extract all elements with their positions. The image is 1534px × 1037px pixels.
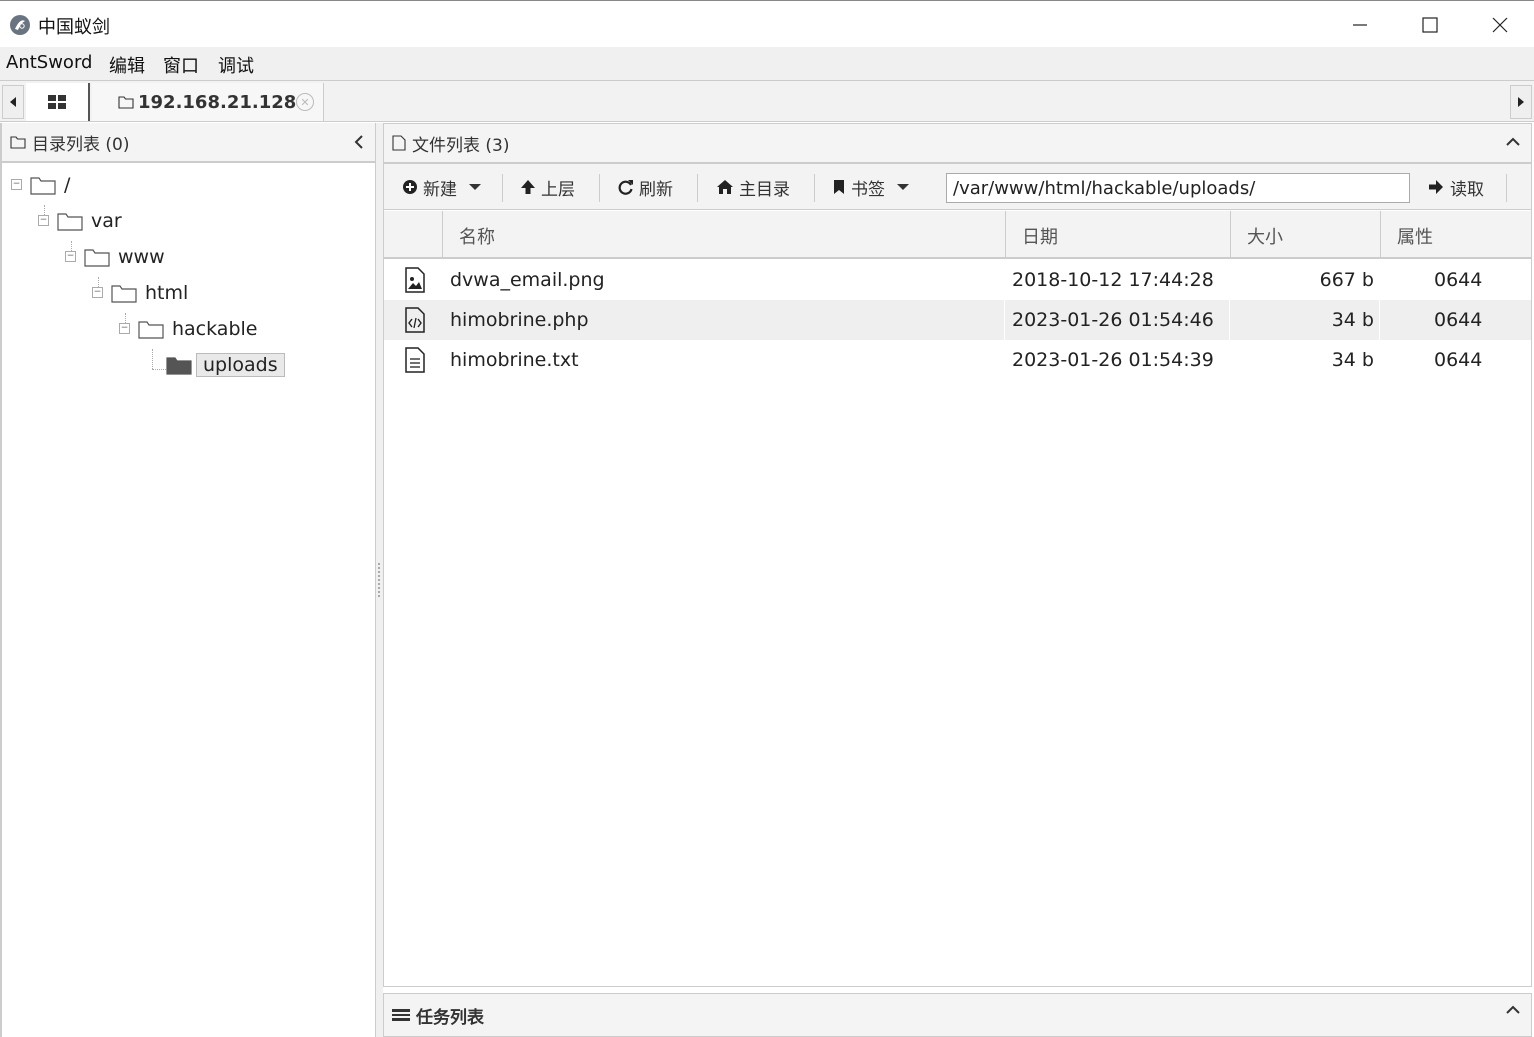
bookmark-button[interactable]: 书签: [832, 172, 909, 202]
tree-collapse-toggle[interactable]: −: [11, 179, 22, 190]
folder-icon: [111, 285, 137, 303]
file-size: 667 b: [1319, 269, 1374, 291]
code-file-icon: [402, 300, 428, 340]
tab-home[interactable]: [26, 83, 90, 121]
tree-node-html[interactable]: html: [111, 279, 188, 307]
close-icon: [1492, 17, 1508, 32]
file-panel-header: 文件列表 (3): [384, 124, 1531, 164]
file-attr: 0644: [1434, 269, 1483, 291]
title-bar: 中国蚁剑: [0, 0, 1534, 47]
file-date: 2023-01-26 01:54:39: [1012, 349, 1214, 371]
file-date: 2023-01-26 01:54:46: [1012, 309, 1214, 331]
file-row[interactable]: himobrine.php 2023-01-26 01:54:46 34 b 0…: [384, 300, 1531, 340]
close-button[interactable]: [1465, 1, 1534, 48]
tree-node-root[interactable]: /: [30, 171, 70, 199]
file-row[interactable]: dvwa_email.png 2018-10-12 17:44:28 667 b…: [384, 260, 1531, 300]
folder-icon: [57, 213, 83, 231]
folder-icon: [138, 321, 164, 339]
refresh-icon: [618, 180, 633, 195]
caret-left-icon: [10, 97, 16, 107]
folder-icon: [118, 96, 134, 109]
tree-collapse-toggle[interactable]: −: [38, 215, 49, 226]
tree-collapse-toggle[interactable]: −: [92, 287, 103, 298]
image-file-icon: [402, 260, 428, 300]
chevron-left-icon[interactable]: [353, 133, 365, 151]
tab-scroll-right-button[interactable]: [1510, 85, 1532, 119]
task-panel-title: 任务列表: [416, 1007, 484, 1028]
file-name: dvwa_email.png: [450, 269, 605, 291]
tab-shell-label: 192.168.21.128: [138, 91, 297, 113]
tab-close-icon[interactable]: ✕: [296, 93, 314, 111]
folder-filled-icon: [166, 357, 192, 375]
refresh-button[interactable]: 刷新: [618, 172, 673, 202]
file-toolbar: 新建 上层 刷新 主目录 书签 读取: [384, 164, 1531, 210]
column-header-size[interactable]: 大小: [1230, 211, 1380, 257]
file-name: himobrine.txt: [450, 349, 579, 371]
maximize-button[interactable]: [1395, 1, 1465, 48]
minimize-button[interactable]: [1325, 1, 1395, 48]
chevron-up-icon[interactable]: [1505, 134, 1521, 148]
arrow-up-icon: [521, 180, 535, 194]
file-attr: 0644: [1434, 309, 1483, 331]
caret-down-icon: [469, 184, 481, 190]
menu-bar: AntSword 编辑 窗口 调试: [0, 47, 1534, 80]
tab-shell[interactable]: 192.168.21.128 ✕: [92, 83, 324, 121]
file-grid-header: 名称 日期 大小 属性: [384, 211, 1531, 259]
file-size: 34 b: [1331, 309, 1374, 331]
file-panel-title: 文件列表 (3): [412, 135, 510, 156]
plus-circle-icon: [403, 180, 417, 194]
folder-icon: [30, 177, 56, 195]
menu-window[interactable]: 窗口: [163, 52, 199, 78]
arrow-right-icon: [1429, 180, 1443, 194]
tab-strip: 192.168.21.128 ✕: [0, 80, 1534, 122]
file-attr: 0644: [1434, 349, 1483, 371]
file-row[interactable]: himobrine.txt 2023-01-26 01:54:39 34 b 0…: [384, 340, 1531, 380]
up-level-button[interactable]: 上层: [520, 172, 575, 202]
tree-node-uploads[interactable]: uploads: [166, 351, 285, 379]
minimize-icon: [1353, 23, 1367, 26]
menu-antsword[interactable]: AntSword: [6, 52, 92, 73]
menu-debug[interactable]: 调试: [218, 52, 254, 78]
tree-node-var[interactable]: var: [57, 207, 122, 235]
column-header-date[interactable]: 日期: [1005, 211, 1230, 257]
tree-collapse-toggle[interactable]: −: [119, 323, 130, 334]
directory-panel-title: 目录列表 (0): [32, 134, 130, 155]
file-icon: [392, 135, 406, 151]
read-button[interactable]: 读取: [1428, 172, 1484, 202]
file-size: 34 b: [1331, 349, 1374, 371]
home-icon: [717, 180, 733, 194]
tree-node-www[interactable]: www: [84, 243, 165, 271]
bookmark-icon: [834, 180, 844, 194]
tree-node-hackable[interactable]: hackable: [138, 315, 257, 343]
tree-collapse-toggle[interactable]: −: [65, 251, 76, 262]
folder-icon: [84, 249, 110, 267]
folder-icon: [10, 136, 26, 149]
antsword-logo-icon: [10, 15, 30, 35]
maximize-icon: [1422, 16, 1438, 33]
tab-scroll-left-button[interactable]: [2, 85, 24, 119]
directory-panel: 目录列表 (0) − / − var − www − html − hackab…: [0, 123, 376, 1037]
new-button[interactable]: 新建: [402, 172, 481, 202]
directory-panel-header: 目录列表 (0): [2, 123, 375, 163]
column-header-name[interactable]: 名称: [442, 211, 1005, 257]
home-dir-button[interactable]: 主目录: [716, 172, 790, 202]
caret-right-icon: [1518, 97, 1524, 107]
list-icon: [392, 1009, 410, 1021]
menu-edit[interactable]: 编辑: [109, 52, 145, 78]
grid-icon: [48, 95, 66, 109]
panel-splitter[interactable]: [376, 123, 383, 1037]
file-date: 2018-10-12 17:44:28: [1012, 269, 1214, 291]
column-header-attr[interactable]: 属性: [1380, 211, 1531, 257]
path-input[interactable]: [946, 173, 1410, 203]
file-name: himobrine.php: [450, 309, 589, 331]
window-title: 中国蚁剑: [38, 17, 110, 38]
file-panel: 文件列表 (3) 新建 上层 刷新 主目录 书签 /var/www/html/h…: [383, 123, 1532, 987]
caret-down-icon: [897, 184, 909, 190]
chevron-up-icon[interactable]: [1505, 1002, 1521, 1016]
task-panel: 任务列表: [383, 993, 1532, 1037]
text-file-icon: [402, 340, 428, 380]
